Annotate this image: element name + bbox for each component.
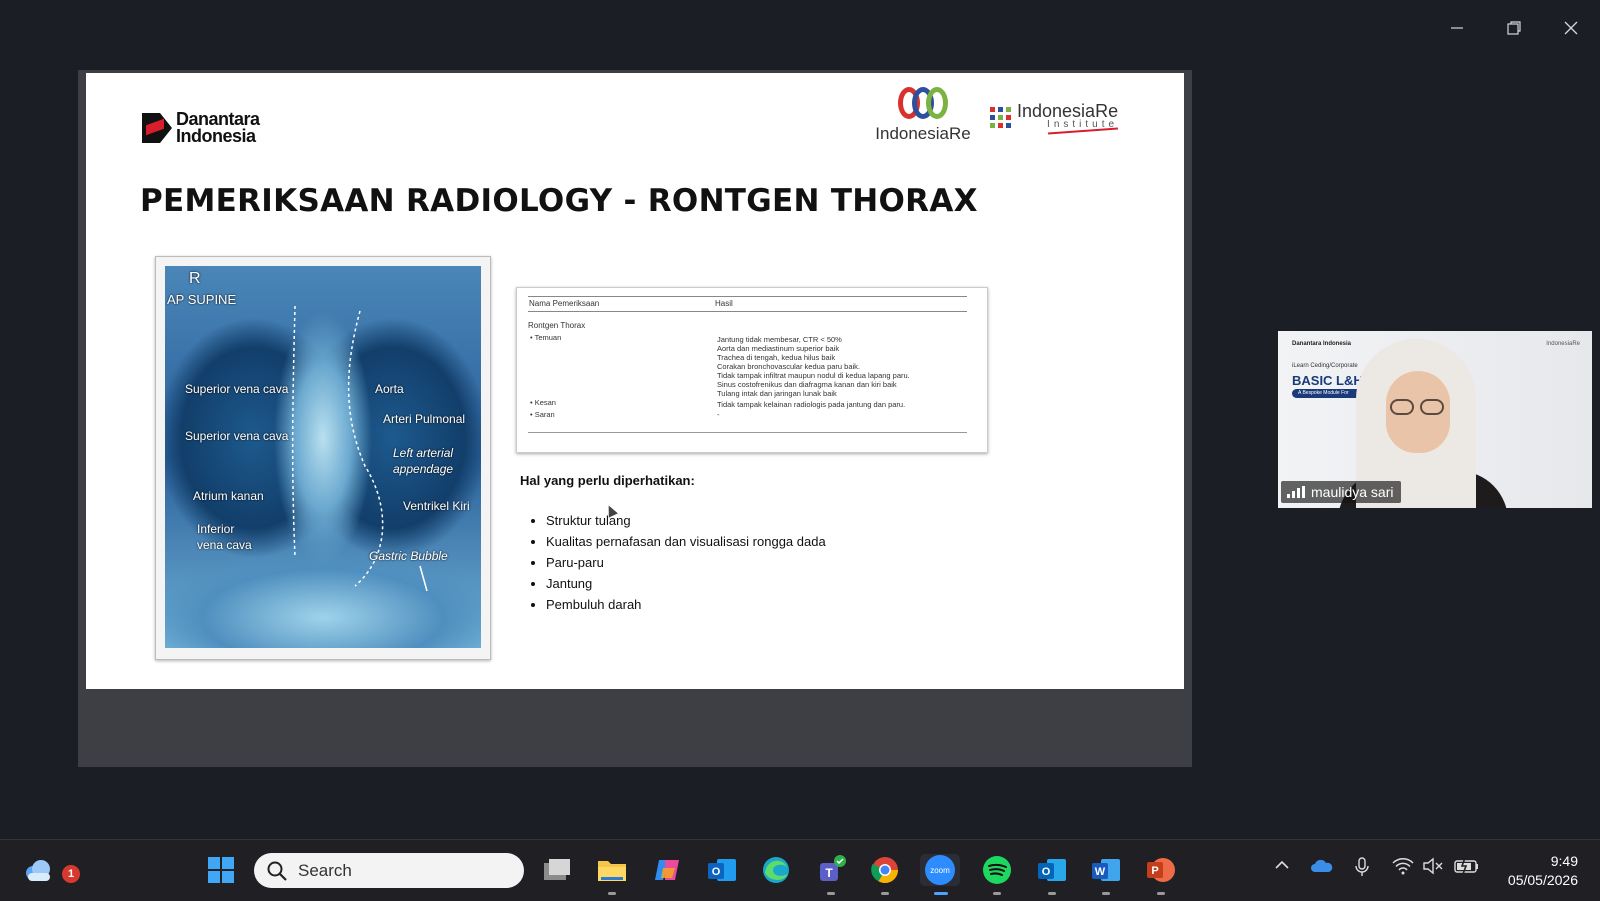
close-button[interactable]: [1551, 12, 1591, 44]
minimize-button[interactable]: [1437, 12, 1477, 44]
copilot-icon: [655, 860, 679, 880]
list-item: Kualitas pernafasan dan visualisasi rong…: [546, 534, 826, 549]
dot-grid-icon: [990, 107, 1011, 128]
windows-start-icon: [208, 857, 234, 883]
danantara-logo: Danantara Indonesia: [142, 110, 260, 145]
chrome-button[interactable]: [869, 854, 901, 886]
task-view-button[interactable]: [541, 854, 573, 886]
taskbar-search-input[interactable]: Search: [254, 853, 524, 888]
radiology-report: Nama Pemeriksaan Hasil Rontgen Thorax • …: [516, 287, 988, 453]
svg-text:O: O: [1042, 866, 1051, 878]
show-hidden-icons-button[interactable]: [1274, 857, 1290, 878]
task-view-icon: [544, 859, 570, 880]
battery-charging-icon: [1454, 857, 1478, 875]
volume-button[interactable]: [1422, 857, 1444, 880]
list-item: Struktur tulang: [546, 513, 826, 528]
chevron-up-icon: [1275, 860, 1289, 869]
glasses-icon: [1390, 399, 1446, 417]
word-button[interactable]: W: [1090, 854, 1122, 886]
participant-name-tag: maulidya sari: [1281, 481, 1402, 503]
chrome-icon: [871, 857, 899, 884]
search-icon: [267, 861, 287, 881]
word-icon: W: [1092, 859, 1120, 881]
svg-text:W: W: [1095, 866, 1106, 878]
notes-heading: Hal yang perlu diperhatikan:: [520, 473, 695, 488]
indonesiare-rings-icon: [868, 87, 978, 121]
minimize-icon: [1451, 27, 1463, 29]
xray-image-frame: R AP SUPINE Superior vena cava Superior …: [155, 256, 491, 660]
svg-text:O: O: [712, 866, 721, 878]
microphone-button[interactable]: [1354, 857, 1370, 882]
svg-text:T: T: [825, 866, 833, 880]
chest-xray-image: R AP SUPINE Superior vena cava Superior …: [165, 266, 481, 648]
outlook-button[interactable]: O: [706, 854, 738, 886]
list-item: Paru-paru: [546, 555, 826, 570]
indonesiare-logo: IndonesiaRe: [868, 87, 978, 144]
onedrive-button[interactable]: [1310, 857, 1334, 880]
wifi-button[interactable]: [1392, 857, 1414, 880]
zoom-button[interactable]: zoom: [920, 854, 960, 886]
outlook-icon: O: [708, 859, 736, 881]
indonesiare-institute-logo: IndonesiaRe Institute: [990, 102, 1118, 135]
presentation-slide: Danantara Indonesia IndonesiaRe Indonesi…: [86, 73, 1184, 689]
signal-strength-icon: [1287, 486, 1305, 498]
file-explorer-button[interactable]: [596, 854, 628, 886]
microphone-icon: [1355, 857, 1369, 876]
list-item: Pembuluh darah: [546, 597, 826, 612]
svg-text:P: P: [1151, 865, 1158, 877]
outlook-icon: O: [1038, 859, 1066, 881]
zoom-icon: zoom: [925, 855, 955, 885]
spotify-button[interactable]: [981, 854, 1013, 886]
taskbar: 1 Search O T zoom O W P 9:49 05/05/2026: [0, 839, 1600, 901]
weather-cloud-icon: [26, 860, 50, 881]
list-item: Jantung: [546, 576, 826, 591]
restore-button[interactable]: [1494, 12, 1534, 44]
powerpoint-icon: P: [1147, 858, 1175, 882]
restore-icon: [1507, 21, 1521, 35]
start-button[interactable]: [205, 854, 237, 886]
danantara-logo-icon: [142, 113, 172, 143]
wifi-icon: [1392, 858, 1414, 875]
system-clock[interactable]: 9:49 05/05/2026: [1508, 852, 1578, 890]
spotify-icon: [983, 856, 1011, 884]
weather-widget[interactable]: 1: [22, 854, 80, 886]
powerpoint-button[interactable]: P: [1145, 854, 1177, 886]
onedrive-cloud-icon: [1311, 859, 1333, 872]
close-icon: [1564, 21, 1578, 35]
edge-icon: [763, 857, 789, 883]
volume-muted-icon: [1423, 857, 1443, 875]
edge-browser-button[interactable]: [760, 854, 792, 886]
teams-icon: T: [820, 855, 846, 881]
teams-button[interactable]: T: [815, 854, 847, 886]
outlook-classic-button[interactable]: O: [1036, 854, 1068, 886]
notification-badge: 1: [62, 865, 80, 883]
copilot-button[interactable]: [651, 854, 683, 886]
slide-title: PEMERIKSAAN RADIOLOGY - RONTGEN THORAX: [140, 183, 978, 219]
folder-icon: [598, 861, 626, 881]
battery-button[interactable]: [1454, 857, 1480, 880]
participant-video-tile[interactable]: Danantara Indonesia IndonesiaRe iLearn C…: [1278, 331, 1592, 508]
notes-list: Struktur tulang Kualitas pernafasan dan …: [532, 513, 826, 618]
